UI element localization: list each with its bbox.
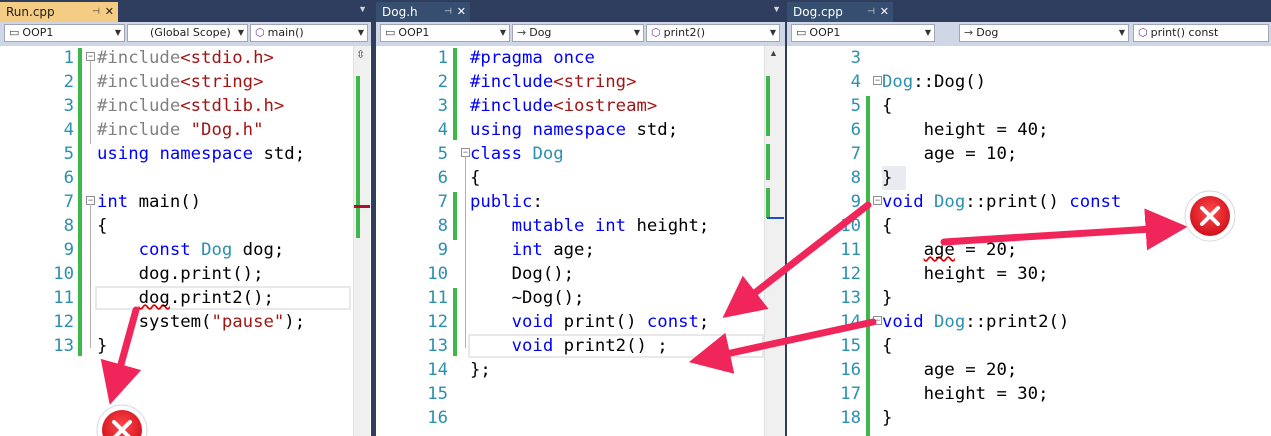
arrow-to-error-badge — [940, 208, 1188, 251]
ide-window: { "panes": [ { "tab": "Run.cpp", "nav": … — [0, 0, 1271, 436]
arrow-to-print-declaration — [722, 201, 872, 319]
annotation-overlay — [96, 190, 1236, 436]
arrow-to-print2-declaration — [688, 318, 877, 374]
arrow-from-squiggle — [100, 306, 142, 405]
error-badge-icon — [1184, 190, 1236, 242]
error-badge-icon — [96, 404, 148, 436]
